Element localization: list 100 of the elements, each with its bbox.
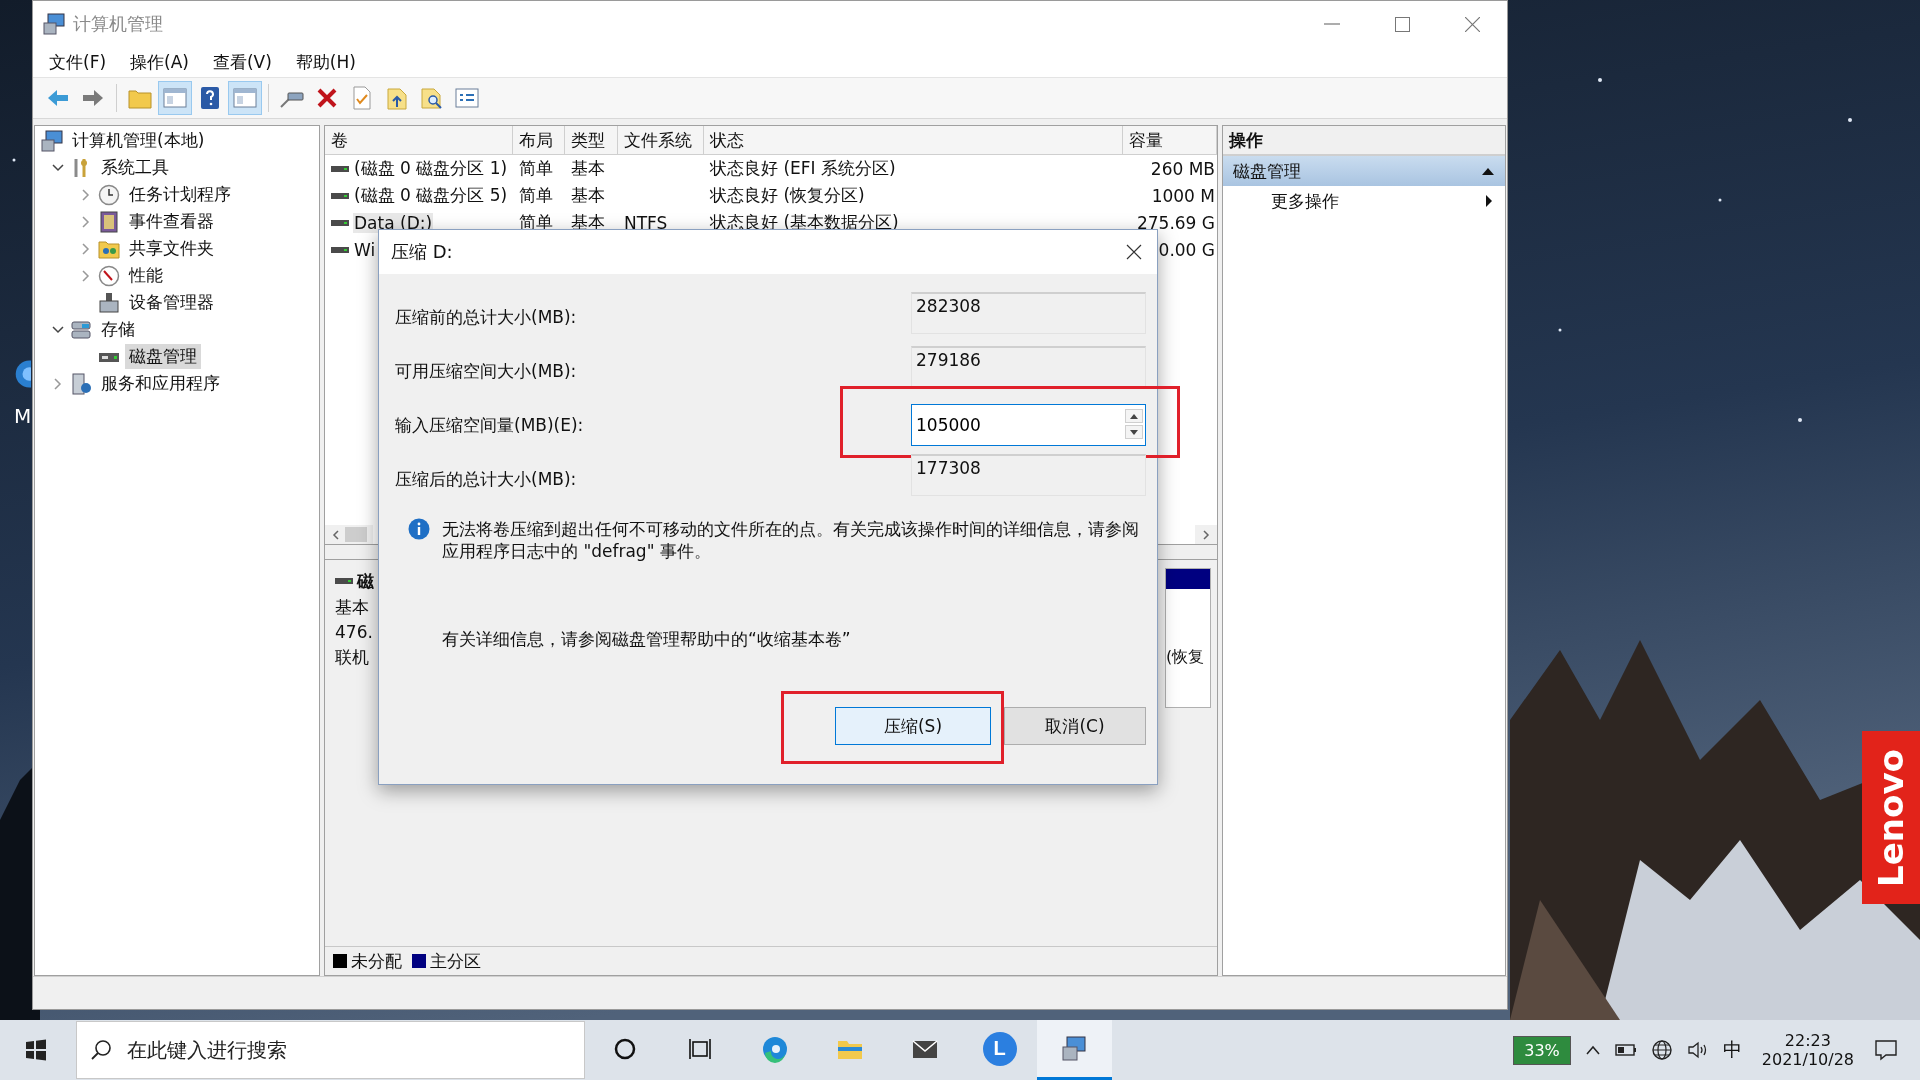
scroll-right-icon [1201, 528, 1211, 541]
cancel-button[interactable]: 取消(C) [1004, 707, 1146, 745]
minimize-icon [1324, 23, 1340, 25]
tree-item[interactable]: 任务计划程序 [125, 182, 235, 207]
clock-date: 2021/10/28 [1761, 1050, 1854, 1069]
spin-field[interactable]: 105000 [911, 404, 1146, 446]
globe-icon[interactable] [1650, 1039, 1673, 1061]
clock-button[interactable]: 22:23 2021/10/28 [1755, 1031, 1860, 1069]
volume-icon [331, 217, 349, 228]
table-cell: NTFS [624, 212, 668, 233]
table-cell[interactable]: (磁盘 0 磁盘分区 1) [353, 157, 509, 180]
close-icon [1464, 16, 1480, 32]
tree-item[interactable]: 共享文件夹 [125, 236, 218, 261]
action-item[interactable]: 更多操作 [1271, 189, 1339, 213]
close-icon [1126, 244, 1142, 260]
app-letter-icon: L [982, 1031, 1017, 1066]
scroll-left-icon[interactable] [331, 528, 341, 541]
actions-heading: 操作 [1223, 126, 1505, 156]
tree-item[interactable]: 计算机管理(本地) [68, 128, 209, 153]
table-cell: 简单 [519, 157, 553, 180]
actions-section[interactable]: 磁盘管理 [1223, 156, 1505, 186]
tree-item[interactable]: 存储 [97, 317, 139, 342]
panel-icon [233, 87, 257, 109]
tree-item[interactable]: 磁盘管理 [125, 344, 201, 369]
collapse-triangle-icon[interactable] [1481, 166, 1495, 176]
desktop-icon-label[interactable]: M [14, 404, 32, 428]
volume-icon [331, 190, 349, 201]
table-cell[interactable]: Data (D:) [353, 212, 434, 233]
storage-icon [70, 318, 92, 341]
tree-item[interactable]: 系统工具 [97, 155, 173, 180]
readonly-field: 177308 [911, 454, 1146, 496]
speaker-icon[interactable] [1686, 1040, 1709, 1060]
table-cell: 简单 [519, 184, 553, 207]
submenu-arrow-icon [1485, 194, 1493, 208]
menu-item[interactable]: 帮助(H) [285, 48, 366, 76]
readonly-field: 282308 [911, 292, 1146, 334]
disk-detail: 联机 [335, 646, 370, 669]
scroll-thumb[interactable] [345, 527, 367, 542]
table-cell: 1000 M [1151, 185, 1215, 206]
tree-item[interactable]: 性能 [125, 263, 167, 288]
column-header[interactable]: 文件系统 [618, 126, 704, 154]
table-cell: 基本 [571, 157, 605, 180]
clock-time: 22:23 [1784, 1031, 1831, 1050]
down-triangle-icon [1130, 429, 1138, 435]
battery-indicator[interactable]: 33% [1513, 1035, 1571, 1065]
document-check-icon [352, 86, 372, 110]
tree-item[interactable]: 服务和应用程序 [97, 371, 224, 396]
folder-arrow-icon [386, 86, 408, 110]
field-label: 输入压缩空间量(MB)(E): [395, 413, 585, 437]
help-icon [199, 86, 221, 110]
folder-search-icon [420, 86, 444, 110]
chevron-up-icon[interactable] [1584, 1044, 1601, 1056]
volume-icon [331, 244, 349, 255]
partition-block[interactable]: (恢复 [1165, 568, 1211, 708]
column-header[interactable]: 容量 [1123, 126, 1217, 154]
field-label: 可用压缩空间大小(MB): [395, 359, 578, 383]
disk-name: 磁 [357, 569, 374, 593]
shrink-button[interactable]: 压缩(S) [835, 707, 991, 745]
column-header[interactable]: 类型 [565, 126, 618, 154]
disk-detail: 476. [335, 621, 374, 644]
field-label: 压缩后的总计大小(MB): [395, 467, 578, 491]
partition-header [1166, 569, 1210, 589]
device-icon [98, 291, 120, 314]
gauge-icon [98, 264, 120, 287]
battery-icon[interactable] [1614, 1043, 1637, 1057]
volume-icon [331, 163, 349, 174]
spin-up-button[interactable] [1125, 409, 1143, 423]
server-icon [70, 372, 92, 395]
notification-icon[interactable] [1874, 1039, 1898, 1061]
column-header[interactable]: 卷 [325, 126, 513, 154]
horizontal-scrollbar[interactable] [325, 525, 373, 544]
help-message: 有关详细信息，请参阅磁盘管理帮助中的“收缩基本卷” [442, 628, 852, 651]
window-title: 计算机管理 [73, 12, 163, 36]
column-header[interactable]: 状态 [704, 126, 1123, 154]
up-triangle-icon [1130, 413, 1138, 419]
menu-item[interactable]: 文件(F) [39, 48, 117, 76]
list-icon [455, 87, 479, 109]
field-label: 压缩前的总计大小(MB): [395, 305, 578, 329]
info-message: 无法将卷压缩到超出任何不可移动的文件所在的点。有关完成该操作时间的详细信息，请参阅应用程序日志中的 "defrag" 事件。 [442, 518, 1140, 562]
tree-item[interactable]: 设备管理器 [125, 290, 218, 315]
taskbar-button[interactable]: L [962, 1020, 1037, 1080]
table-cell: 状态良好 (EFI 系统分区) [710, 157, 896, 180]
table-cell: 基本 [571, 211, 605, 234]
tree-item[interactable]: 事件查看器 [125, 209, 218, 234]
table-cell[interactable]: (磁盘 0 磁盘分区 5) [353, 184, 509, 207]
menu-item[interactable]: 查看(V) [202, 48, 282, 76]
maximize-icon [1394, 16, 1410, 32]
volume-icon [335, 576, 353, 586]
legend-label: 未分配 [351, 949, 402, 973]
table-cell[interactable]: Wi [353, 239, 377, 260]
column-header[interactable]: 布局 [513, 126, 565, 154]
scroll-right-button[interactable] [1195, 525, 1217, 544]
menu-item[interactable]: 操作(A) [120, 48, 199, 76]
search-field[interactable]: 在此键入进行搜索 [76, 1021, 585, 1079]
book-icon [98, 210, 120, 233]
clock-icon [98, 183, 120, 206]
computer-icon [1060, 1034, 1089, 1063]
spin-down-button[interactable] [1125, 425, 1143, 439]
table-cell: 275.69 G [1136, 212, 1215, 233]
input-method-indicator[interactable]: 中 [1722, 1037, 1742, 1063]
